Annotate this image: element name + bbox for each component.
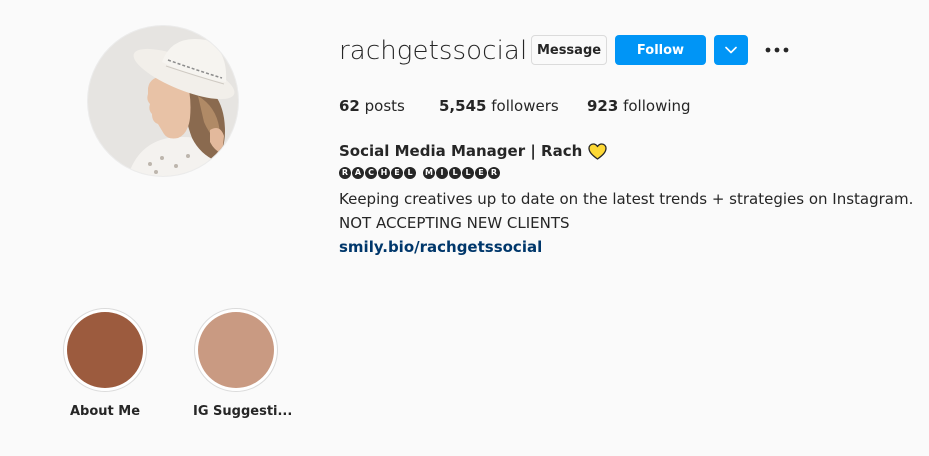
yellow-heart-icon [588,142,607,160]
highlight-cover [67,312,143,388]
profile-avatar[interactable] [88,26,238,176]
posts-count: 62 posts [339,96,405,116]
bio-circled-name: R A C H E L M I L L E R [339,167,501,179]
circled-letter: C [365,167,377,179]
circled-letter: H [378,167,390,179]
highlight-label: About Me [69,404,141,419]
circled-letter: M [423,167,435,179]
profile-username: rachgetssocial [339,36,528,66]
posts-label: posts [364,97,405,115]
circled-letter: E [391,167,403,179]
bio-full-name: Social Media Manager | Rach [339,140,607,162]
highlight-cover-ring [194,308,278,392]
more-options-icon [765,47,789,53]
options-button[interactable] [762,36,792,64]
highlight-cover [198,312,274,388]
followers-number: 5,545 [439,97,487,115]
circled-letter: E [475,167,487,179]
circled-letter: L [462,167,474,179]
circled-letter: L [404,167,416,179]
circled-letter: A [352,167,364,179]
posts-number: 62 [339,97,360,115]
followers-link[interactable]: 5,545 followers [439,96,559,116]
following-number: 923 [587,97,619,115]
message-button[interactable]: Message [531,35,607,65]
circled-letter: R [339,167,351,179]
profile-page: rachgetssocial Message Follow 62 posts 5… [0,0,929,456]
following-link[interactable]: 923 following [587,96,691,116]
highlight-label: IG Suggesti... [193,404,293,419]
avatar-photo [88,26,238,176]
highlight-ig-suggestions[interactable]: IG Suggesti... [193,308,293,420]
followers-label: followers [491,97,559,115]
highlight-about-me[interactable]: About Me [62,308,148,420]
bio-full-name-text: Social Media Manager | Rach [339,142,583,160]
circled-letter: I [436,167,448,179]
bio-text-line-2: NOT ACCEPTING NEW CLIENTS [339,214,570,232]
bio-text-line-1: Keeping creatives up to date on the late… [339,190,914,208]
following-label: following [623,97,691,115]
circled-letter: R [488,167,500,179]
follow-button[interactable]: Follow [615,35,706,65]
bio-website-link[interactable]: smily.bio/rachgetssocial [339,236,542,258]
chevron-down-icon [725,46,737,54]
circled-letter: L [449,167,461,179]
highlight-cover-ring [63,308,147,392]
suggested-accounts-button[interactable] [714,35,748,65]
